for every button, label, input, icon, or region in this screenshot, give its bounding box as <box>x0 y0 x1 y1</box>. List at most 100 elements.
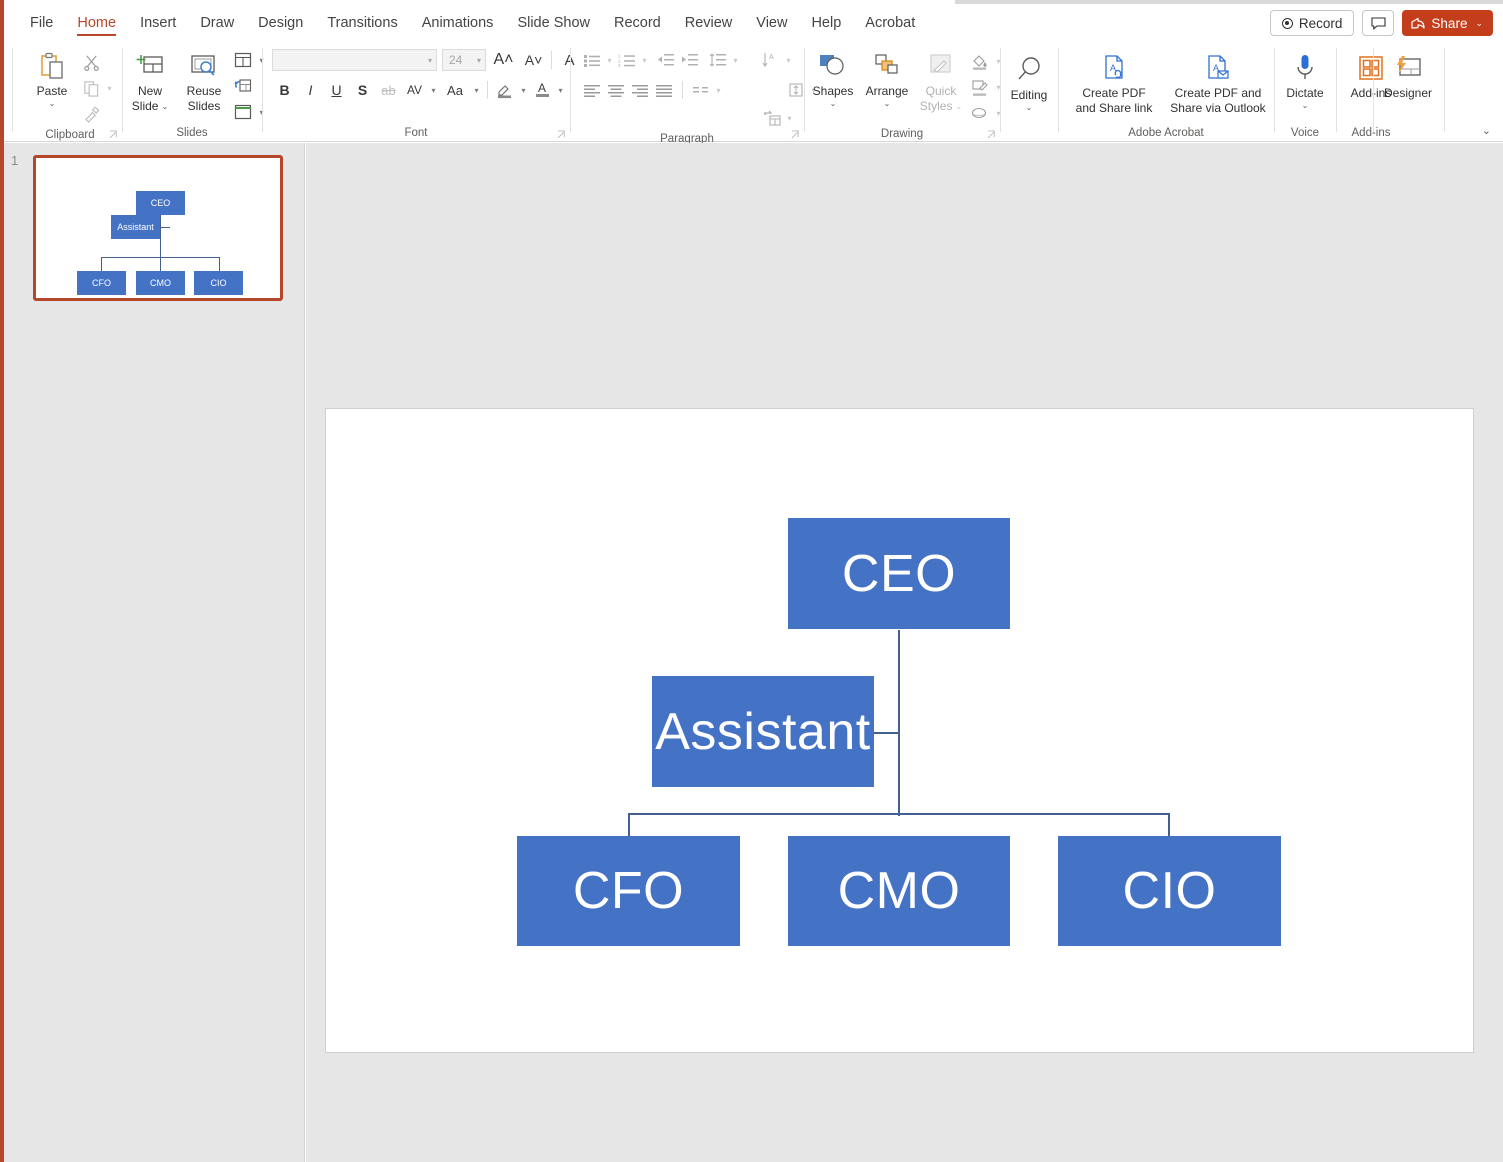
font-size-input[interactable]: 24 ▾ <box>442 49 486 71</box>
columns-button[interactable] <box>689 78 713 102</box>
font-name-input[interactable]: ▾ <box>272 49 437 71</box>
character-spacing-caret-icon[interactable]: ▾ <box>428 86 439 95</box>
font-name-caret-icon[interactable]: ▾ <box>428 56 432 65</box>
shape-outline-button[interactable] <box>968 75 992 99</box>
new-slide-button[interactable]: New Slide ⌄ <box>123 46 177 113</box>
line-spacing-caret-icon[interactable]: ▾ <box>730 56 741 65</box>
change-case-caret-icon[interactable]: ▾ <box>471 86 482 95</box>
ribbon-tab-slide-show[interactable]: Slide Show <box>505 4 602 42</box>
numbering-caret-icon[interactable]: ▾ <box>639 56 650 65</box>
create-pdf-share-link-button[interactable]: A Create PDF and Share link <box>1062 48 1166 115</box>
font-size-caret-icon[interactable]: ▾ <box>477 56 481 65</box>
font-color-button[interactable]: A <box>530 78 554 102</box>
node-ceo[interactable]: CEO <box>788 518 1010 629</box>
quick-styles-button[interactable]: Quick Styles ⌄ <box>914 46 968 113</box>
ribbon-tab-design[interactable]: Design <box>246 4 315 42</box>
ribbon-tab-insert[interactable]: Insert <box>128 4 188 42</box>
paste-button[interactable]: Paste ⌄ <box>25 46 79 108</box>
text-highlight-color-button[interactable] <box>493 78 517 102</box>
ribbon-tab-help[interactable]: Help <box>799 4 853 42</box>
bullets-caret-icon[interactable]: ▾ <box>604 56 615 65</box>
underline-button[interactable]: U <box>324 78 349 102</box>
ribbon-tab-draw[interactable]: Draw <box>188 4 246 42</box>
text-highlight-caret-icon[interactable]: ▾ <box>518 86 529 95</box>
paragraph-dialog-launcher-icon[interactable] <box>791 130 800 139</box>
node-assistant[interactable]: Assistant <box>652 676 874 787</box>
copy-caret-icon[interactable]: ▾ <box>104 84 115 93</box>
cut-button[interactable] <box>79 50 103 74</box>
strikethrough-button[interactable]: ab <box>376 78 401 102</box>
format-painter-button[interactable] <box>79 102 103 126</box>
slide-thumbnail-1[interactable]: CEO Assistant CFO CMO CIO <box>33 155 283 301</box>
increase-font-size-button[interactable]: A˄ <box>491 48 516 72</box>
reset-slide-button[interactable] <box>231 74 255 98</box>
dictate-button[interactable]: Dictate ⌄ <box>1278 48 1332 110</box>
align-right-button[interactable] <box>628 78 652 102</box>
ribbon-tab-record[interactable]: Record <box>602 4 673 42</box>
line-spacing-button[interactable] <box>706 48 730 72</box>
shape-fill-button[interactable] <box>968 49 992 73</box>
reuse-slides-button[interactable]: Reuse Slides <box>177 46 231 113</box>
increase-indent-button[interactable] <box>678 48 702 72</box>
align-center-button[interactable] <box>604 78 628 102</box>
slide-layout-button[interactable] <box>231 48 255 72</box>
shape-effects-button[interactable] <box>968 101 992 125</box>
font-color-caret-icon[interactable]: ▾ <box>555 86 566 95</box>
text-direction-caret-icon[interactable]: ▾ <box>783 56 794 65</box>
text-shadow-button[interactable]: S <box>350 78 375 102</box>
decrease-font-size-button[interactable]: A˅ <box>521 48 546 72</box>
ribbon-tab-home[interactable]: Home <box>65 4 128 42</box>
designer-button[interactable]: Designer <box>1381 48 1435 100</box>
thumb-node-cmo[interactable]: CMO <box>136 271 185 295</box>
ribbon-tab-view[interactable]: View <box>744 4 799 42</box>
thumb-node-cfo[interactable]: CFO <box>77 271 126 295</box>
share-caret-icon[interactable]: ⌄ <box>1475 18 1483 29</box>
slide-canvas[interactable]: CEO Assistant CFO CMO CIO <box>325 408 1474 1053</box>
node-cfo[interactable]: CFO <box>517 836 740 946</box>
thumb-node-assistant[interactable]: Assistant <box>111 215 160 239</box>
change-case-button[interactable]: Aa <box>440 78 470 102</box>
columns-caret-icon[interactable]: ▾ <box>713 86 724 95</box>
record-button[interactable]: Record <box>1270 10 1355 36</box>
quick-styles-caret-icon[interactable]: ⌄ <box>955 102 962 111</box>
shapes-caret-icon[interactable]: ⌄ <box>830 99 837 108</box>
create-pdf-outlook-button[interactable]: A Create PDF and Share via Outlook <box>1166 48 1270 115</box>
arrange-button[interactable]: Arrange ⌄ <box>860 46 914 108</box>
bullets-button[interactable] <box>580 48 604 72</box>
dictate-caret-icon[interactable]: ⌄ <box>1302 101 1309 110</box>
drawing-dialog-launcher-icon[interactable] <box>987 130 996 139</box>
arrange-caret-icon[interactable]: ⌄ <box>884 99 891 108</box>
ribbon-tab-animations[interactable]: Animations <box>410 4 506 42</box>
numbering-button[interactable]: 1 2 3 <box>615 48 639 72</box>
text-direction-button[interactable]: A <box>759 48 783 72</box>
convert-to-smartart-button[interactable] <box>760 106 784 130</box>
ribbon-tab-acrobat[interactable]: Acrobat <box>853 4 927 42</box>
comments-button[interactable] <box>1362 10 1394 36</box>
node-cio[interactable]: CIO <box>1058 836 1281 946</box>
thumb-node-ceo[interactable]: CEO <box>136 191 185 215</box>
section-button[interactable] <box>231 100 255 124</box>
justify-button[interactable] <box>652 78 676 102</box>
ribbon-tab-review[interactable]: Review <box>673 4 745 42</box>
decrease-indent-button[interactable] <box>654 48 678 72</box>
ribbon-tab-file[interactable]: File <box>18 4 65 42</box>
bold-button[interactable]: B <box>272 78 297 102</box>
font-dialog-launcher-icon[interactable] <box>557 130 566 139</box>
shapes-button[interactable]: Shapes ⌄ <box>806 46 860 108</box>
new-slide-caret-icon[interactable]: ⌄ <box>161 102 168 111</box>
thumb-node-cio[interactable]: CIO <box>194 271 243 295</box>
voice-group-label: Voice <box>1274 124 1336 142</box>
copy-button[interactable] <box>79 76 103 100</box>
convert-to-smartart-caret-icon[interactable]: ▾ <box>784 114 795 123</box>
character-spacing-button[interactable]: AV <box>402 78 427 102</box>
align-left-button[interactable] <box>580 78 604 102</box>
ribbon-tab-transitions[interactable]: Transitions <box>315 4 409 42</box>
node-cmo[interactable]: CMO <box>788 836 1010 946</box>
italic-button[interactable]: I <box>298 78 323 102</box>
clipboard-dialog-launcher-icon[interactable] <box>109 130 118 139</box>
ribbon-collapse-caret-icon[interactable]: ⌄ <box>1482 124 1491 137</box>
editing-button[interactable]: Editing ⌄ <box>1002 50 1056 112</box>
share-button[interactable]: Share ⌄ <box>1402 10 1493 36</box>
editing-caret-icon[interactable]: ⌄ <box>1026 103 1033 112</box>
paste-caret-icon[interactable]: ⌄ <box>49 99 56 108</box>
